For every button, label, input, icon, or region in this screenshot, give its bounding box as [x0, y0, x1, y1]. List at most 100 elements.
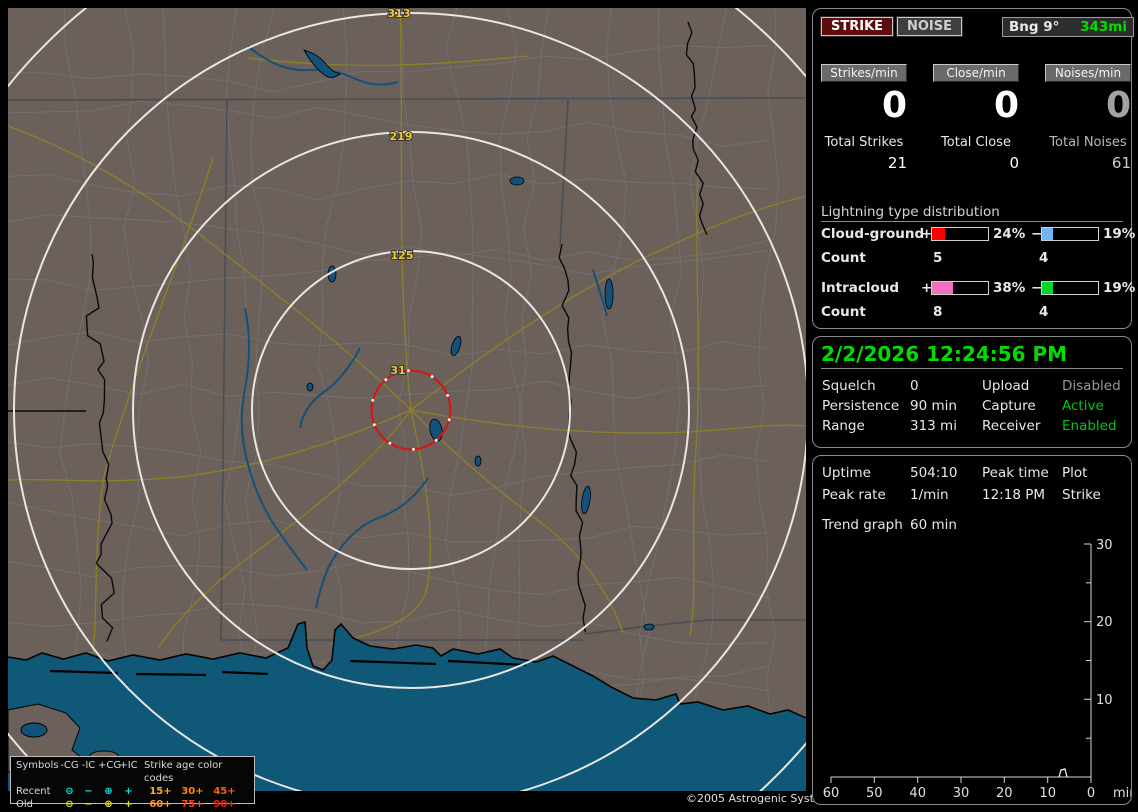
total-noises-label: Total Noises [1049, 135, 1127, 150]
persistence-value: 90 min [910, 398, 957, 414]
upload-label: Upload [982, 378, 1030, 394]
count-label: Count [821, 304, 866, 320]
svg-text:10: 10 [1039, 786, 1056, 801]
total-close-value: 0 [1009, 154, 1019, 172]
plot-label: Plot [1062, 465, 1088, 481]
strike-mode-button[interactable]: STRIKE [821, 17, 894, 36]
pos-cg-old-icon: ⊕ [104, 799, 113, 810]
legend-old-label: Old [16, 799, 33, 810]
total-noises-value: 61 [1111, 154, 1131, 172]
trend-graph-window: 60 min [910, 517, 957, 533]
capture-label: Capture [982, 398, 1036, 414]
total-close-label: Total Close [941, 135, 1011, 150]
ic-plus-bar [931, 281, 989, 295]
trend-x-labels: 60 50 40 30 20 10 0 min [823, 786, 1131, 801]
age-60: 60+ [149, 799, 172, 810]
peak-rate-label: Peak rate [822, 487, 886, 503]
cg-plus-bar [931, 227, 989, 241]
ic-plus-count: 8 [933, 304, 943, 320]
ic-minus-pct: 19% [1103, 280, 1136, 296]
range-row: Range 313 mi Receiver Enabled [813, 418, 1131, 434]
peak-rate-row: Peak rate 1/min 12:18 PM Strike [813, 487, 1131, 503]
neg-cg-old-icon: ⊖ [65, 799, 74, 810]
noise-mode-button[interactable]: NOISE [897, 17, 963, 36]
pos-ic-old-icon: + [124, 799, 133, 810]
range-label: Range [822, 418, 865, 434]
age-75: 75+ [181, 799, 204, 810]
peak-time-value: 12:18 PM [982, 487, 1045, 503]
strikes-per-min-value: 0 [881, 85, 907, 126]
cg-minus-pct: 19% [1103, 226, 1136, 242]
neg-cg-recent-icon: ⊖ [65, 786, 74, 797]
total-strikes-label: Total Strikes [824, 135, 904, 150]
trend-panel: Uptime 504:10 Peak time Plot Peak rate 1… [812, 455, 1132, 805]
uptime-row: Uptime 504:10 Peak time Plot [813, 465, 1131, 481]
nexstorm-app: { "app": { "copyright": "©2005 Astrogeni… [0, 0, 1138, 812]
receiver-status: Enabled [1062, 418, 1117, 434]
bearing-display: Bng 9° 343mi [1002, 17, 1134, 37]
lightning-map[interactable]: 313 219 125 31 [0, 0, 929, 812]
cg-plus-pct: 24% [993, 226, 1026, 242]
svg-text:30: 30 [1096, 538, 1113, 553]
svg-text:60: 60 [823, 786, 840, 801]
legend-recent-label: Recent [16, 786, 51, 797]
cloud-ground-label: Cloud-ground [821, 226, 925, 242]
cloud-ground-row: Cloud-ground + 24% − 19% [821, 226, 1135, 242]
rate-counters: Strikes/min 0 Total Strikes 21 Close/min… [821, 64, 1131, 172]
uptime-label: Uptime [822, 465, 871, 481]
svg-text:0: 0 [1087, 786, 1095, 801]
legend-age-header: Strike age color codes [144, 760, 223, 784]
age-45: 45+ [213, 786, 236, 797]
ic-minus-bar [1041, 281, 1099, 295]
noises-per-min-counter: Noises/min 0 Total Noises 61 [1045, 64, 1131, 172]
trend-y-labels: 30 20 10 [1096, 538, 1113, 708]
legend-col-neg-ic: -IC [81, 760, 96, 771]
ring-label-31: 31 [390, 364, 405, 377]
age-30: 30+ [181, 786, 204, 797]
distribution-divider [821, 221, 1123, 222]
receiver-label: Receiver [982, 418, 1041, 434]
age-90: 90+ [213, 799, 236, 810]
datetime-display: 2/2/2026 12:24:56 PM [821, 342, 1068, 366]
legend-recent-row: Recent ⊖ − ⊕ + 15+ 30+ 45+ [16, 785, 254, 798]
capture-status: Active [1062, 398, 1104, 414]
squelch-label: Squelch [822, 378, 876, 394]
bearing-range-value: 343mi [1080, 19, 1127, 35]
legend-header-row: Symbols -CG -IC +CG +IC Strike age color… [16, 759, 254, 785]
range-value: 313 mi [910, 418, 957, 434]
map-canvas[interactable]: 313 219 125 31 [0, 0, 929, 812]
intracloud-row: Intracloud + 38% − 19% [821, 280, 1135, 296]
pos-ic-recent-icon: + [124, 786, 133, 797]
legend-col-pos-ic: +IC [119, 760, 138, 771]
datetime-divider [821, 368, 1123, 369]
trend-graph-label: Trend graph [822, 517, 903, 533]
trend-spike [1058, 768, 1068, 778]
svg-text:40: 40 [909, 786, 926, 801]
neg-ic-recent-icon: − [84, 786, 93, 797]
persistence-row: Persistence 90 min Capture Active [813, 398, 1131, 414]
bearing-label: Bng 9° [1009, 19, 1060, 35]
neg-ic-old-icon: − [84, 799, 93, 810]
status-panel: 2/2/2026 12:24:56 PM Squelch 0 Upload Di… [812, 336, 1132, 448]
close-per-min-label: Close/min [933, 64, 1019, 82]
close-per-min-counter: Close/min 0 Total Close 0 [933, 64, 1019, 172]
cg-minus-bar [1041, 227, 1099, 241]
ring-label-313: 313 [388, 8, 411, 20]
intracloud-label: Intracloud [821, 280, 900, 296]
total-strikes-value: 21 [887, 154, 907, 172]
count-label: Count [821, 250, 866, 266]
age-15: 15+ [149, 786, 172, 797]
strike-stats-panel: STRIKE NOISE Bng 9° 343mi Strikes/min 0 … [812, 8, 1135, 329]
ic-minus-count: 4 [1039, 304, 1049, 320]
persistence-label: Persistence [822, 398, 900, 414]
squelch-row: Squelch 0 Upload Disabled [813, 378, 1131, 394]
trend-axes [830, 543, 1092, 783]
svg-text:20: 20 [1096, 615, 1113, 630]
legend-old-row: Old ⊖ − ⊕ + 60+ 75+ 90+ [16, 798, 254, 811]
noises-per-min-label: Noises/min [1045, 64, 1131, 82]
legend-col-neg-cg: -CG [60, 760, 79, 771]
ic-plus-pct: 38% [993, 280, 1026, 296]
distribution-title: Lightning type distribution [821, 204, 1000, 220]
ring-label-219: 219 [390, 130, 413, 143]
svg-text:30: 30 [953, 786, 970, 801]
